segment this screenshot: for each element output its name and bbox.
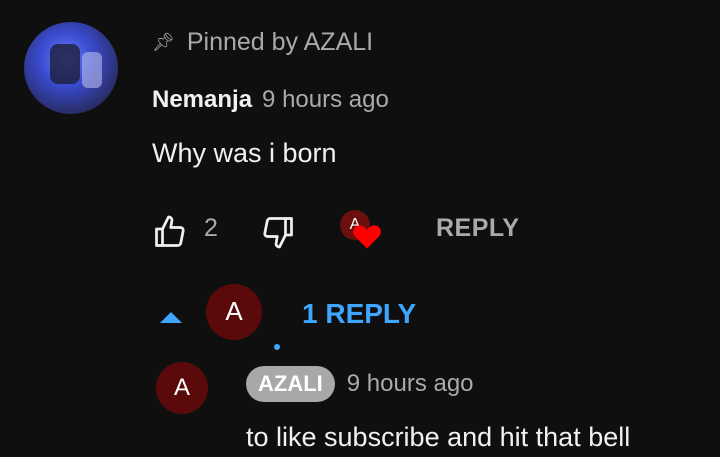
heart-icon <box>353 225 381 249</box>
thumb-down-icon[interactable] <box>260 214 296 250</box>
reply-button[interactable]: REPLY <box>436 214 520 243</box>
reply-text: to like subscribe and hit that bell <box>246 422 631 452</box>
new-reply-dot <box>274 344 280 350</box>
reply-time[interactable]: 9 hours ago <box>347 370 474 398</box>
comment-actions: 2 A REPLY <box>152 206 552 252</box>
like-count: 2 <box>204 214 218 242</box>
creator-badge[interactable]: AZALI <box>246 366 335 402</box>
comment-text: Why was i born <box>152 138 337 168</box>
creator-heart: A <box>340 210 388 254</box>
thumb-up-icon[interactable] <box>152 214 188 250</box>
replier-avatar: A <box>206 284 262 340</box>
reply-header: AZALI 9 hours ago <box>246 366 474 402</box>
comment-author[interactable]: Nemanja <box>152 86 252 114</box>
comment-time[interactable]: 9 hours ago <box>262 86 389 114</box>
commenter-avatar[interactable] <box>24 22 118 114</box>
avatar-shape <box>50 44 80 84</box>
replies-toggle-row[interactable]: A 1 REPLY <box>160 284 460 344</box>
reply-avatar[interactable]: A <box>156 362 208 414</box>
pinned-label: 📌︎ Pinned by AZALI <box>152 28 373 57</box>
pin-icon: 📌︎ <box>152 32 175 52</box>
pinned-text: Pinned by AZALI <box>186 28 374 56</box>
avatar-shape <box>82 52 102 88</box>
comment-header: Nemanja 9 hours ago <box>152 86 389 114</box>
replies-toggle[interactable]: 1 REPLY <box>302 298 416 330</box>
caret-up-icon[interactable] <box>160 312 182 323</box>
